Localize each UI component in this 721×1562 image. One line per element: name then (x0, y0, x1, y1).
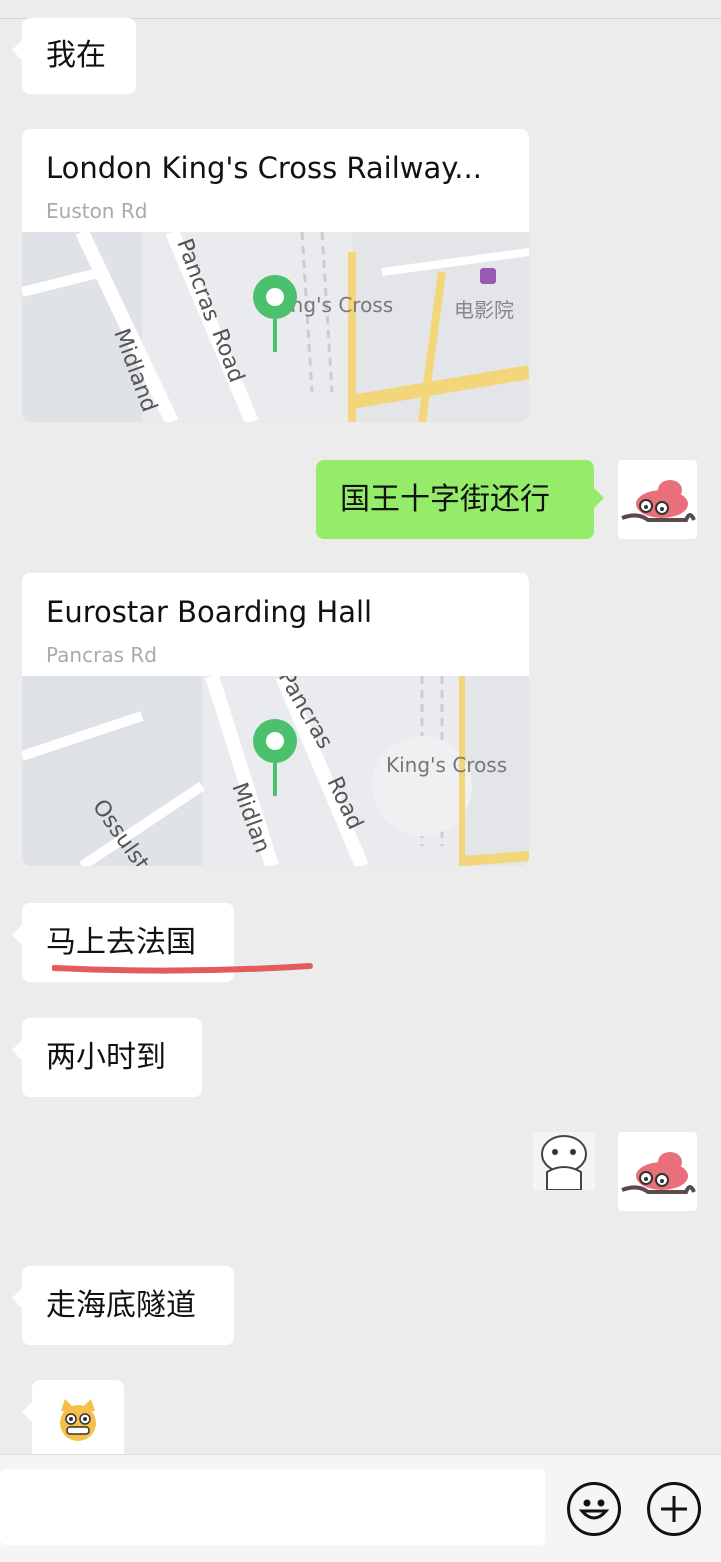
sticker-face-icon[interactable] (533, 1132, 595, 1190)
message-text: 两小时到 (46, 1039, 166, 1075)
location-address: Euston Rd (46, 199, 148, 223)
location-address: Pancras Rd (46, 643, 157, 667)
message-text: 我在 (46, 38, 106, 73)
message-bubble-incoming[interactable]: 两小时到 (12, 1018, 202, 1097)
message-text: 马上去法国 (46, 924, 196, 960)
message-bubble-incoming[interactable]: 我在 (12, 18, 136, 94)
emoji-icon[interactable] (567, 1482, 621, 1536)
location-card[interactable]: London King's Cross Railway... Euston Rd… (22, 129, 529, 422)
input-bar (0, 1454, 721, 1562)
location-title: Eurostar Boarding Hall (46, 595, 373, 629)
location-card[interactable]: Eurostar Boarding Hall Pancras Rd Ossuls… (22, 573, 529, 866)
map-station-label: King's Cross (386, 753, 507, 777)
message-bubble-outgoing[interactable]: 国王十字街还行 (316, 460, 604, 539)
highlight-underline (52, 963, 313, 974)
message-text: 走海底隧道 (46, 1287, 196, 1323)
location-map[interactable]: Ossulst Midlan Pancras Road King's Cross (22, 676, 529, 866)
avatar-sticker-icon (621, 1152, 696, 1194)
map-poi-label: 电影院 (454, 298, 514, 322)
message-bubble-incoming[interactable] (22, 1380, 124, 1460)
avatar[interactable] (618, 460, 697, 539)
message-text: 国王十字街还行 (340, 481, 550, 517)
cat-grin-emoji-icon (60, 1399, 96, 1441)
location-map[interactable]: Midland Pancras Road King's Cross 电影院 (22, 232, 529, 422)
avatar-sticker-icon (621, 480, 696, 522)
avatar[interactable] (618, 1132, 697, 1211)
message-bubble-incoming[interactable]: 走海底隧道 (12, 1266, 234, 1345)
message-input[interactable] (0, 1469, 545, 1545)
location-title: London King's Cross Railway... (46, 151, 482, 185)
plus-icon[interactable] (647, 1482, 701, 1536)
